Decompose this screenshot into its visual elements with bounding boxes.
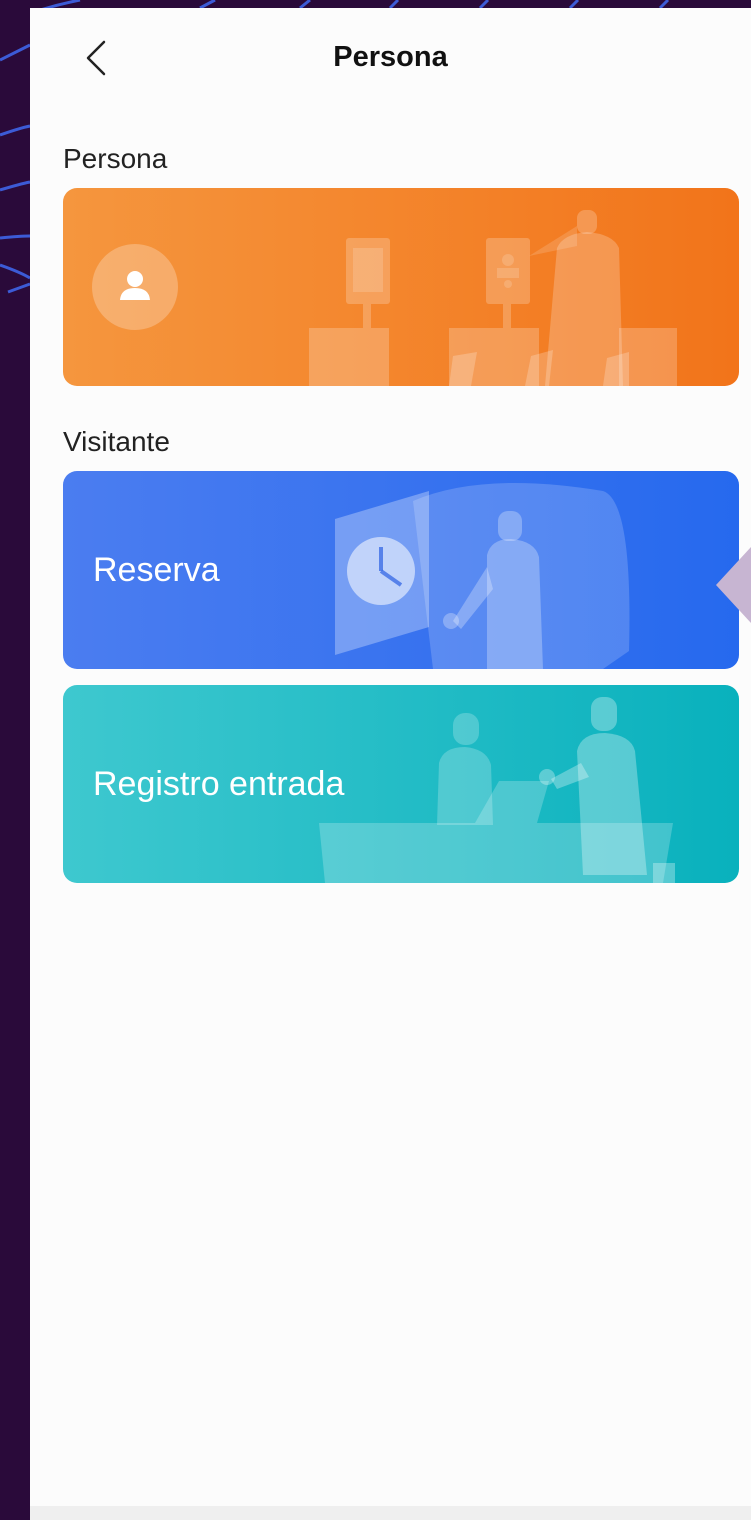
person-avatar-icon	[120, 271, 150, 300]
registro-entrada-label: Registro entrada	[93, 765, 345, 803]
page-title: Persona	[333, 41, 448, 73]
bottom-bar	[30, 1506, 751, 1520]
person-avatar	[92, 244, 178, 330]
app-screen: Persona Persona Visitante Reserva Regist…	[30, 8, 751, 1520]
side-pointer-icon	[716, 547, 751, 623]
section-label-visitante: Visitante	[63, 426, 170, 457]
reserva-card[interactable]: Reserva	[63, 471, 739, 669]
top-bar: Persona	[30, 8, 751, 108]
reserva-label: Reserva	[93, 551, 220, 589]
registro-entrada-card[interactable]: Registro entrada	[63, 685, 739, 883]
persona-card[interactable]	[63, 188, 739, 386]
section-label-persona: Persona	[63, 143, 168, 174]
